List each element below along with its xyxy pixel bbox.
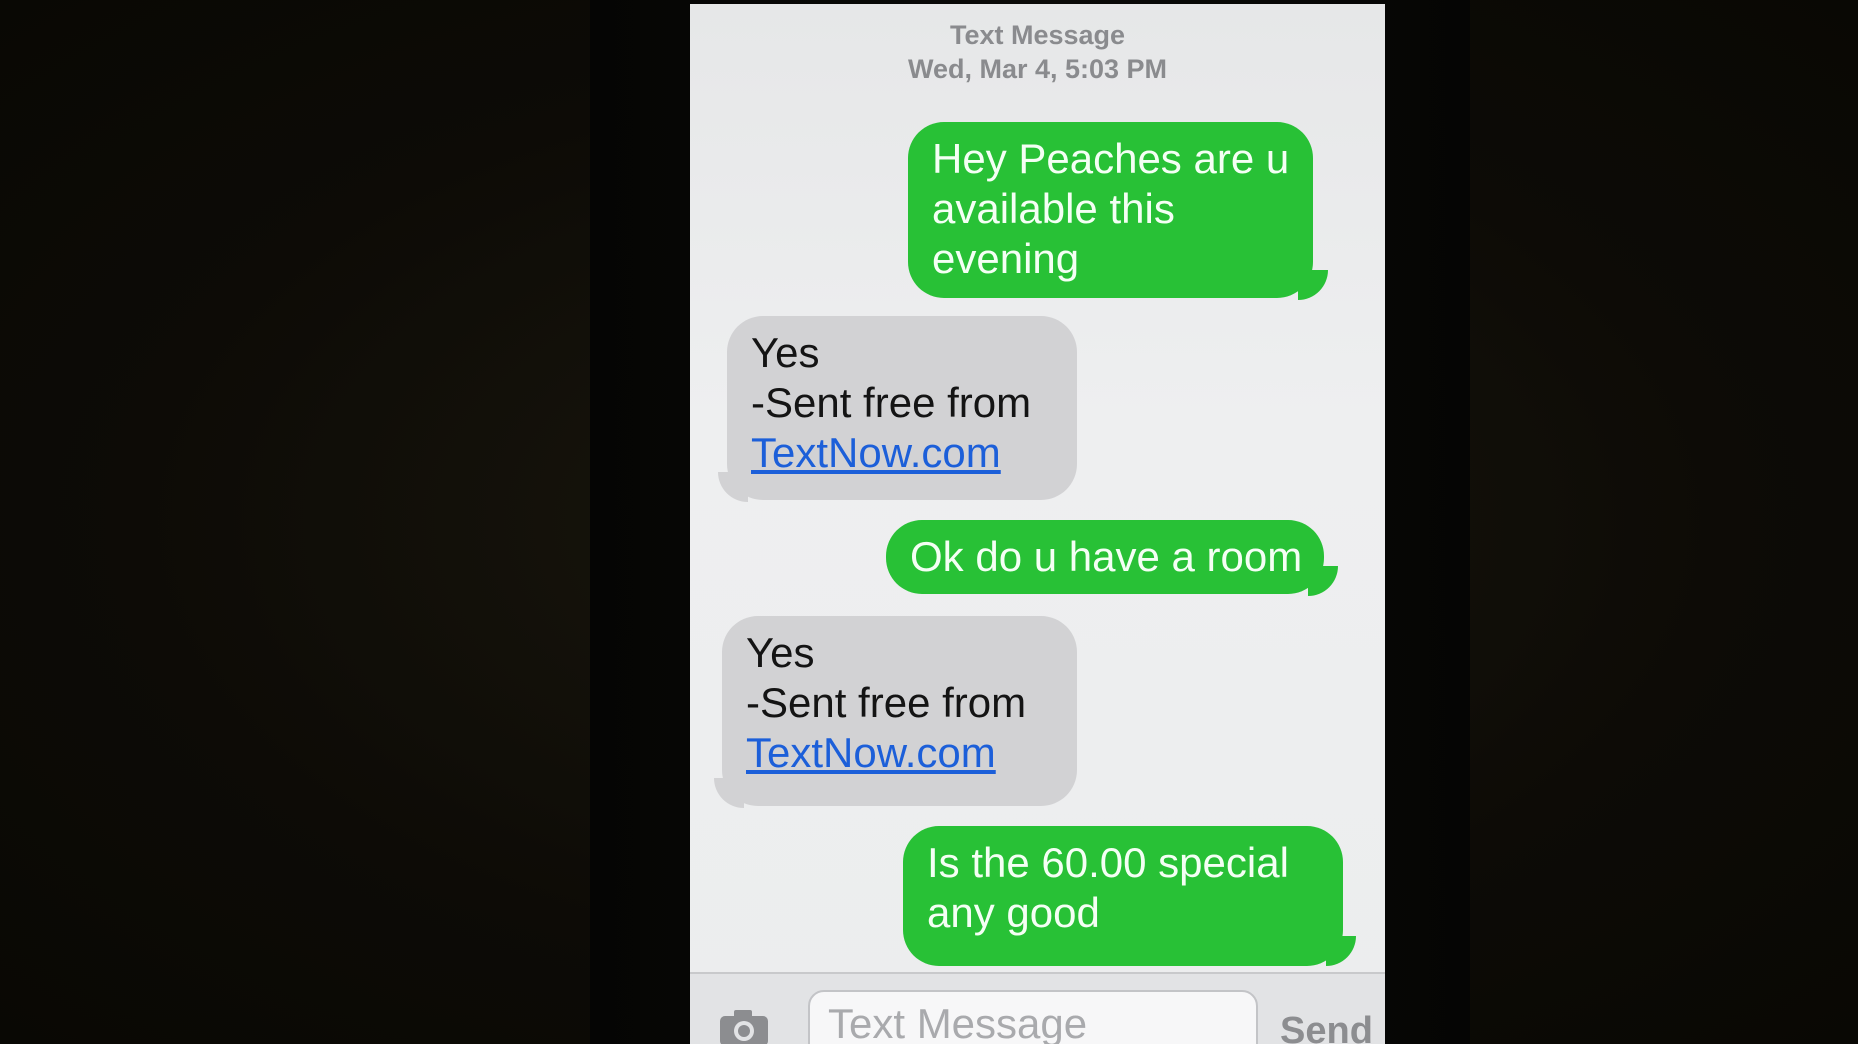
message-line: Hey Peaches are u [932,135,1290,182]
textnow-link[interactable]: TextNow.com [751,429,1001,476]
received-message-bubble[interactable]: Yes -Sent free from TextNow.com [727,316,1077,500]
message-line: Yes [746,629,815,676]
message-line: any good [927,889,1100,936]
received-message-bubble[interactable]: Yes -Sent free from TextNow.com [722,616,1077,806]
bubble-tail [1326,936,1356,966]
message-line: -Sent free from [751,379,1032,426]
sent-message-bubble[interactable]: Is the 60.00 special any good [903,826,1343,966]
message-input[interactable]: Text Message [808,990,1258,1044]
sent-message-bubble[interactable]: Hey Peaches are u available this evening [908,122,1313,298]
message-line: available this [932,185,1175,232]
textnow-link[interactable]: TextNow.com [746,729,996,776]
sent-message-bubble[interactable]: Ok do u have a room [886,520,1324,594]
message-line: evening [932,235,1080,282]
bubble-tail [1298,270,1328,300]
message-composer: Text Message Send [690,972,1385,1044]
phone-screen: Text Message Wed, Mar 4, 5:03 PM Hey Pea… [690,4,1385,1044]
bubble-tail [714,778,744,808]
send-button[interactable]: Send [1280,1010,1373,1044]
service-label: Text Message [949,20,1126,50]
message-timestamp: Wed, Mar 4, 5:03 PM [907,54,1168,84]
bubble-tail [718,472,748,502]
message-line: Yes [751,329,820,376]
message-line: -Sent free from [746,679,1027,726]
conversation-header: Text Message Wed, Mar 4, 5:03 PM [690,18,1385,86]
bubble-tail [1308,566,1338,596]
camera-icon[interactable] [718,1008,770,1044]
message-line: Ok do u have a room [910,533,1303,580]
message-line: Is the 60.00 special [927,839,1289,886]
